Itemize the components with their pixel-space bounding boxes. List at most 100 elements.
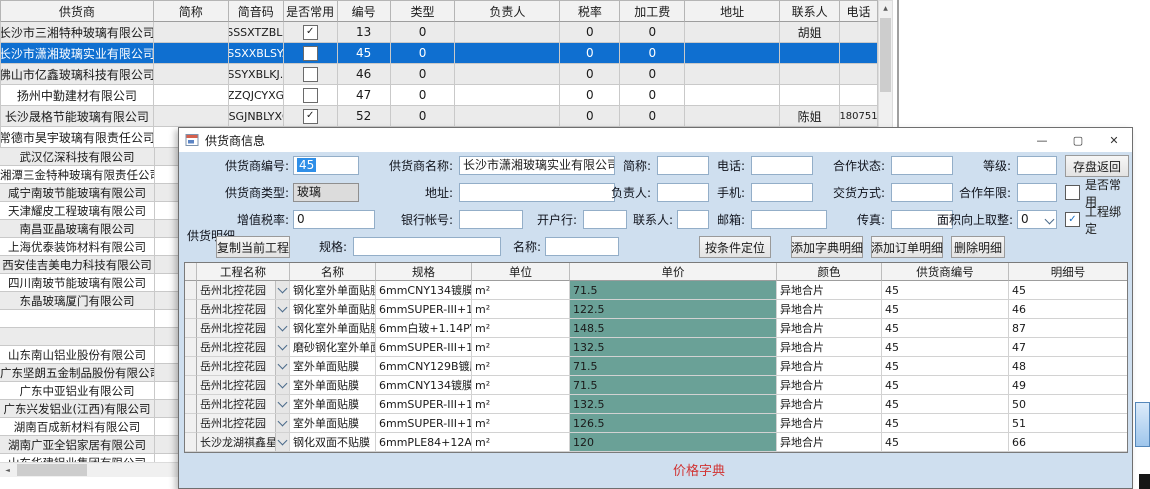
supplier-no-input[interactable]: 45 [293, 156, 359, 175]
column-header[interactable]: 单价 [570, 263, 777, 281]
cell-spec[interactable]: 6mmSUPER-III+12A(硅... [376, 414, 472, 433]
table-row[interactable]: 岳州北控花园 室外单面贴膜 6mmCNY129B镀膜钢化 m² 71.5 异地合… [185, 357, 1127, 376]
row-header[interactable] [185, 319, 197, 338]
cell-supplier-no[interactable]: 45 [882, 433, 1009, 452]
name-filter-input[interactable] [545, 237, 619, 256]
column-header[interactable]: 类型 [391, 1, 456, 22]
column-header[interactable]: 规格 [376, 263, 472, 281]
table-row[interactable]: 岳州北控花园 室外单面贴膜 6mmCNY134镀膜钢化 m² 71.5 异地合片… [185, 376, 1127, 395]
table-row[interactable]: 长沙市三湘特种玻璃有限公司 CSSSXTZBL... ✓ 13 0 0 0 胡姐 [0, 22, 878, 43]
cell-price[interactable]: 122.5 [570, 300, 777, 319]
cell-price[interactable]: 120 [570, 433, 777, 452]
cell-unit[interactable]: m² [472, 395, 570, 414]
table-row[interactable]: 长沙晟格节能玻璃有限公司 CSSGJNBLYXGS ✓ 52 0 0 0 陈姐 … [0, 106, 878, 127]
list-item[interactable]: 山东南山铝业股份有限公司 [0, 346, 178, 364]
checkbox[interactable]: ✓ [303, 25, 318, 40]
chevron-down-icon[interactable] [275, 281, 289, 299]
cell-detail-no[interactable]: 48 [1009, 357, 1127, 376]
cell-detail-no[interactable]: 47 [1009, 338, 1127, 357]
cell-name[interactable]: 室外单面贴膜 [290, 395, 376, 414]
cell-name[interactable]: 钢化双面不贴膜 [290, 433, 376, 452]
cell-spec[interactable]: 6mmPLE84+12A(硅酮胶... [376, 433, 472, 452]
cell-price[interactable]: 71.5 [570, 376, 777, 395]
checkbox-box[interactable] [1065, 185, 1080, 200]
row-header[interactable] [185, 338, 197, 357]
coop-status-input[interactable] [891, 156, 953, 175]
phone-input[interactable] [751, 156, 813, 175]
cell-price[interactable]: 132.5 [570, 338, 777, 357]
dialog-titlebar[interactable]: 供货商信息 — ▢ ✕ [179, 128, 1132, 152]
chevron-down-icon[interactable] [275, 338, 289, 356]
project-combo-cell[interactable]: 岳州北控花园 [197, 357, 290, 376]
area-round-up-select[interactable]: 0 [1017, 210, 1057, 229]
cell-name[interactable]: 室外单面贴膜 [290, 414, 376, 433]
cell-unit[interactable]: m² [472, 433, 570, 452]
column-header[interactable]: 联系人 [780, 1, 840, 22]
chevron-down-icon[interactable] [275, 433, 289, 451]
vat-input[interactable]: 0 [293, 210, 375, 229]
cell-spec[interactable]: 6mmSUPER-III+12A(硅... [376, 338, 472, 357]
list-item[interactable]: 天津耀皮工程玻璃有限公司 [0, 202, 178, 220]
table-row[interactable]: 扬州中勤建材有限公司 YZZQJCYXGS 47 0 0 0 [0, 85, 878, 106]
chevron-down-icon[interactable] [275, 319, 289, 337]
cell-color[interactable]: 异地合片 [777, 414, 882, 433]
cell-name[interactable]: 磨砂钢化室外单面贴膜 [290, 338, 376, 357]
table-row[interactable]: 岳州北控花园 钢化室外单面贴膜 6mm白玻+1.14PVB+6mm... m² … [185, 319, 1127, 338]
list-item[interactable]: 广东兴发铝业(江西)有限公司 [0, 400, 178, 418]
grade-input[interactable] [1017, 156, 1057, 175]
cell-supplier-no[interactable]: 45 [882, 357, 1009, 376]
cell-supplier-no[interactable]: 45 [882, 281, 1009, 300]
project-combo-cell[interactable]: 长沙龙湖祺鑫星座 [197, 433, 290, 452]
column-header[interactable]: 供货商 [1, 1, 154, 22]
add-dict-detail-button[interactable]: 添加字典明细 [791, 236, 863, 258]
column-header[interactable]: 加工费 [620, 1, 685, 22]
table-row[interactable]: 岳州北控花园 室外单面贴膜 6mmSUPER-III+12A(硅... m² 1… [185, 414, 1127, 433]
row-header[interactable] [185, 395, 197, 414]
save-return-button[interactable]: 存盘返回 [1065, 155, 1129, 177]
spec-filter-input[interactable] [353, 237, 501, 256]
project-combo-cell[interactable]: 岳州北控花园 [197, 338, 290, 357]
cell-color[interactable]: 异地合片 [777, 319, 882, 338]
cell-spec[interactable]: 6mm白玻+1.14PVB+6mm... [376, 319, 472, 338]
chevron-down-icon[interactable] [275, 357, 289, 375]
table-row[interactable]: 岳州北控花园 室外单面贴膜 6mmSUPER-III+12A(硅... m² 1… [185, 395, 1127, 414]
common-use-checkbox[interactable]: 是否常用 [1065, 183, 1132, 202]
column-header[interactable]: 税率 [560, 1, 620, 22]
list-item[interactable]: 湖南广亚全铝家居有限公司 [0, 436, 178, 454]
chevron-down-icon[interactable] [275, 395, 289, 413]
cell-color[interactable]: 异地合片 [777, 376, 882, 395]
row-header[interactable] [185, 357, 197, 376]
cell-spec[interactable]: 6mmSUPER-III+12A(硅... [376, 300, 472, 319]
cell-color[interactable]: 异地合片 [777, 281, 882, 300]
column-header[interactable]: 简称 [154, 1, 229, 22]
cell-unit[interactable]: m² [472, 414, 570, 433]
supplier-type-input[interactable]: 玻璃 [293, 183, 359, 202]
mobile-input[interactable] [751, 183, 813, 202]
checkbox-box[interactable]: ✓ [1065, 212, 1080, 227]
row-header[interactable] [185, 300, 197, 319]
project-combo-cell[interactable]: 岳州北控花园 [197, 319, 290, 338]
cell-spec[interactable]: 6mmCNY129B镀膜钢化 [376, 357, 472, 376]
column-header[interactable]: 单位 [472, 263, 570, 281]
cell-name[interactable]: 钢化室外单面贴膜 [290, 300, 376, 319]
cell-name[interactable]: 室外单面贴膜 [290, 357, 376, 376]
list-item[interactable]: 广东中亚铝业有限公司 [0, 382, 178, 400]
cell-unit[interactable]: m² [472, 300, 570, 319]
checkbox[interactable]: ✓ [303, 109, 318, 124]
horizontal-scrollbar[interactable]: ◄ [0, 462, 178, 477]
supplier-name-input[interactable]: 长沙市潇湘玻璃实业有限公司 [459, 156, 615, 175]
column-header[interactable]: 电话 [840, 1, 878, 22]
scroll-left-icon[interactable]: ◄ [0, 463, 15, 477]
row-header[interactable] [185, 433, 197, 452]
cell-price[interactable]: 132.5 [570, 395, 777, 414]
table-row[interactable]: 佛山市亿鑫玻璃科技有限公司 FSSYXBLKJ... 46 0 0 0 [0, 64, 878, 85]
cell-detail-no[interactable]: 45 [1009, 281, 1127, 300]
row-header[interactable] [185, 414, 197, 433]
bank-account-input[interactable] [459, 210, 523, 229]
cell-detail-no[interactable]: 51 [1009, 414, 1127, 433]
cell-detail-no[interactable]: 87 [1009, 319, 1127, 338]
manager-input[interactable] [657, 183, 709, 202]
cell-name[interactable]: 钢化室外单面贴膜 [290, 281, 376, 300]
cell-supplier-no[interactable]: 45 [882, 300, 1009, 319]
checkbox[interactable] [303, 46, 318, 61]
